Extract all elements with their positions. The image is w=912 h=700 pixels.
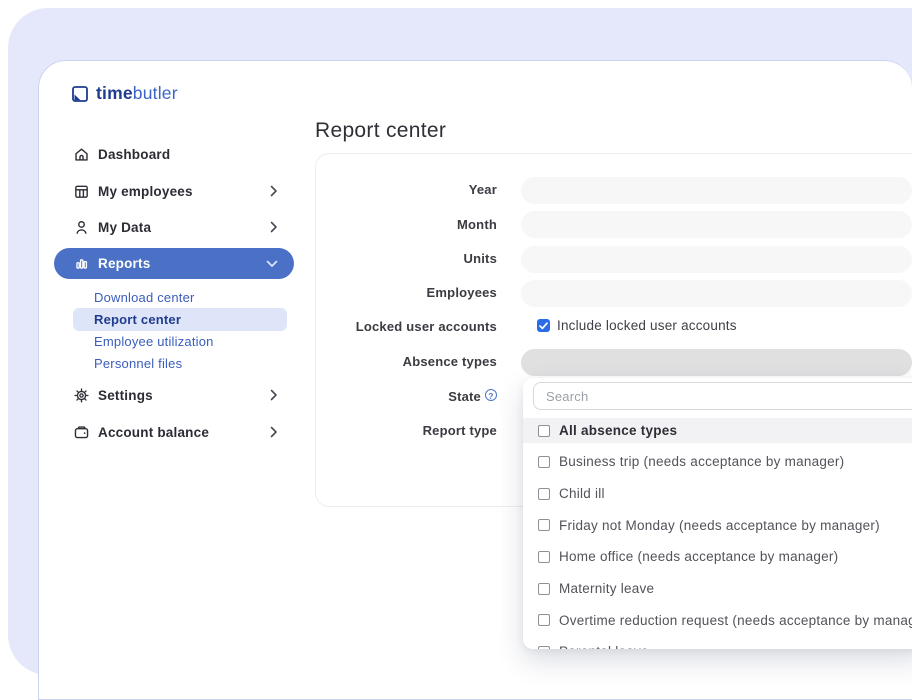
brand-name: timebutler — [96, 83, 178, 104]
sidebar-item-label: My employees — [98, 184, 193, 199]
absence-option-all[interactable]: All absence types — [523, 418, 912, 443]
absence-types-label: Absence types — [331, 355, 497, 369]
brand-name-bold: time — [96, 83, 133, 103]
checkbox-icon[interactable] — [538, 456, 550, 468]
year-label: Year — [331, 183, 497, 197]
units-label: Units — [331, 252, 497, 266]
absence-option-maternity-leave[interactable]: Maternity leave — [523, 573, 912, 605]
page-title: Report center — [315, 119, 446, 143]
absence-option-child-ill[interactable]: Child ill — [523, 478, 912, 510]
help-icon[interactable]: ? — [485, 389, 497, 401]
sidebar-subitem-download-center[interactable]: Download center — [73, 286, 287, 309]
sidebar-subitem-personnel-files[interactable]: Personnel files — [73, 352, 287, 375]
wallet-icon — [72, 423, 90, 441]
checkbox-icon[interactable] — [538, 425, 550, 437]
checked-checkbox-icon[interactable] — [537, 319, 550, 332]
absence-option-label: Child ill — [559, 486, 605, 501]
sidebar-item-reports[interactable]: Reports — [54, 248, 294, 279]
absence-option-parental-leave[interactable]: Parental leave — [523, 636, 912, 649]
absence-option-label: Business trip (needs acceptance by manag… — [559, 454, 844, 469]
checkbox-icon[interactable] — [538, 519, 550, 531]
chevron-right-icon — [270, 185, 278, 197]
sidebar-item-my-employees[interactable]: My employees — [54, 176, 294, 206]
sidebar-item-account-balance[interactable]: Account balance — [54, 417, 294, 447]
checkbox-icon[interactable] — [538, 551, 550, 563]
timebutler-logo-icon — [71, 85, 89, 103]
absence-options-list: All absence types Business trip (needs a… — [523, 418, 912, 649]
employees-label: Employees — [331, 286, 497, 300]
units-input[interactable] — [521, 246, 912, 273]
locked-accounts-checkbox-label[interactable]: Include locked user accounts — [557, 318, 737, 333]
absence-option-label: Maternity leave — [559, 581, 654, 596]
checkbox-icon[interactable] — [538, 646, 550, 649]
sidebar-subitem-label: Employee utilization — [94, 334, 214, 349]
sidebar-subitem-report-center[interactable]: Report center — [73, 308, 287, 331]
chevron-right-icon — [270, 389, 278, 401]
sidebar-subitem-label: Personnel files — [94, 356, 182, 371]
sidebar-item-dashboard[interactable]: Dashboard — [54, 139, 294, 169]
chevron-right-icon — [270, 221, 278, 233]
absence-types-dropdown: All absence types Business trip (needs a… — [523, 378, 912, 649]
state-label-text: State — [448, 389, 481, 404]
absence-option-label: Overtime reduction request (needs accept… — [559, 613, 912, 628]
user-icon — [72, 218, 90, 236]
app-window: timebutler Dashboard My employees — [38, 60, 912, 700]
checkbox-icon[interactable] — [538, 614, 550, 626]
month-input[interactable] — [521, 211, 912, 238]
absence-option-label: Home office (needs acceptance by manager… — [559, 549, 838, 564]
sidebar-item-settings[interactable]: Settings — [54, 380, 294, 410]
sidebar-item-label: Reports — [98, 256, 150, 271]
locked-accounts-checkbox-row: Include locked user accounts — [537, 318, 737, 333]
absence-option-label: Friday not Monday (needs acceptance by m… — [559, 518, 880, 533]
year-input[interactable] — [521, 177, 912, 204]
sidebar-subitem-employee-utilization[interactable]: Employee utilization — [73, 330, 287, 353]
absence-option-label: All absence types — [559, 423, 677, 438]
search-input[interactable] — [533, 382, 912, 410]
bar-chart-icon — [72, 255, 90, 273]
checkbox-icon[interactable] — [538, 583, 550, 595]
sidebar-subitem-label: Report center — [94, 312, 181, 327]
absence-types-input[interactable] — [521, 349, 912, 376]
locked-user-accounts-label: Locked user accounts — [331, 320, 497, 334]
sidebar-subitem-label: Download center — [94, 290, 195, 305]
home-icon — [72, 145, 90, 163]
report-type-label: Report type — [331, 424, 497, 438]
chevron-right-icon — [270, 426, 278, 438]
sidebar-item-label: My Data — [98, 220, 151, 235]
brand-logo[interactable]: timebutler — [71, 83, 178, 104]
chevron-down-icon — [266, 260, 278, 268]
sidebar-item-label: Dashboard — [98, 147, 170, 162]
brand-name-light: butler — [133, 83, 178, 103]
sidebar-item-label: Account balance — [98, 425, 209, 440]
gear-icon — [72, 386, 90, 404]
employees-input[interactable] — [521, 280, 912, 307]
calendar-grid-icon — [72, 182, 90, 200]
search-wrap — [523, 378, 912, 410]
sidebar-item-label: Settings — [98, 388, 153, 403]
absence-option-business-trip[interactable]: Business trip (needs acceptance by manag… — [523, 446, 912, 478]
month-label: Month — [331, 218, 497, 232]
absence-option-friday-not-monday[interactable]: Friday not Monday (needs acceptance by m… — [523, 509, 912, 541]
absence-option-overtime-reduction[interactable]: Overtime reduction request (needs accept… — [523, 604, 912, 636]
absence-option-label: Parental leave — [559, 644, 649, 649]
state-label: State? — [331, 389, 497, 404]
absence-option-home-office[interactable]: Home office (needs acceptance by manager… — [523, 541, 912, 573]
sidebar-item-my-data[interactable]: My Data — [54, 212, 294, 242]
checkbox-icon[interactable] — [538, 488, 550, 500]
